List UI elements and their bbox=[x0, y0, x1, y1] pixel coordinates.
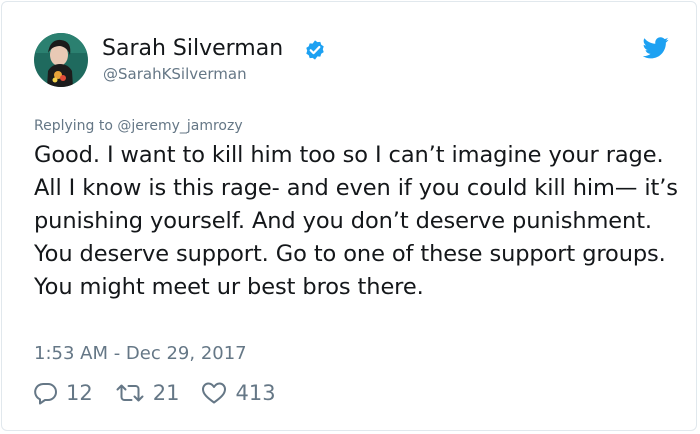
replying-to-label: Replying to @jeremy_jamrozy bbox=[34, 118, 243, 134]
retweet-icon bbox=[115, 381, 145, 405]
timestamp[interactable]: 1:53 AM - Dec 29, 2017 bbox=[34, 342, 247, 366]
reply-button[interactable]: 12 bbox=[34, 380, 93, 406]
retweet-count: 21 bbox=[152, 381, 180, 405]
tweet-actions: 12 21 413 bbox=[34, 378, 298, 408]
handle[interactable]: @SarahKSilverman bbox=[103, 64, 247, 84]
like-count: 413 bbox=[235, 381, 276, 405]
avatar[interactable] bbox=[34, 33, 88, 87]
like-button[interactable]: 413 bbox=[201, 380, 276, 406]
heart-icon bbox=[201, 381, 227, 405]
reply-icon bbox=[34, 381, 58, 405]
tweet-card[interactable]: Sarah Silverman @SarahKSilverman Replyin… bbox=[1, 1, 697, 431]
verified-badge-icon bbox=[304, 39, 326, 61]
retweet-button[interactable]: 21 bbox=[115, 380, 180, 406]
display-name[interactable]: Sarah Silverman bbox=[102, 33, 283, 65]
tweet-text: Good. I want to kill him too so I can’t … bbox=[34, 142, 678, 300]
twitter-bird-icon[interactable] bbox=[642, 37, 669, 59]
reply-count: 12 bbox=[66, 381, 93, 405]
